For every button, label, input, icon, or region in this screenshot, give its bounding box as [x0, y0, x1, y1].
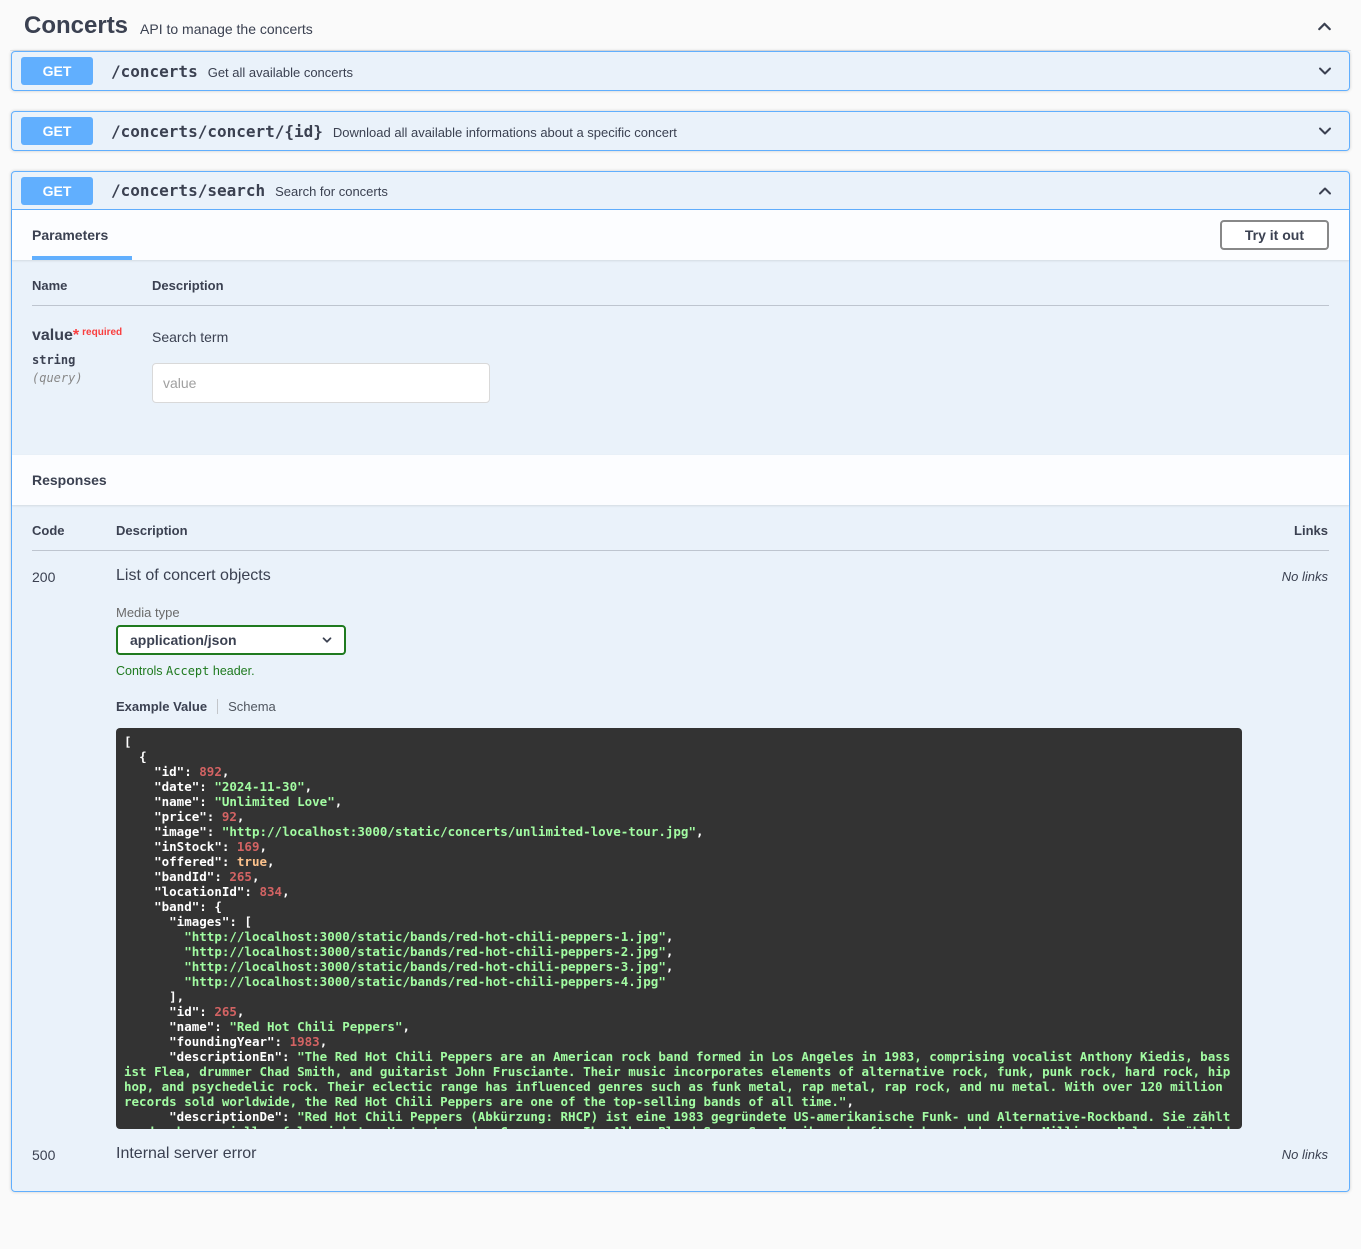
param-name: value*required — [32, 327, 152, 345]
required-asterisk: * — [73, 327, 79, 344]
response-links: No links — [1242, 1145, 1328, 1163]
param-location: (query) — [32, 371, 152, 385]
method-badge-get: GET — [21, 57, 93, 85]
endpoint-path: /concerts/concert/{id} — [111, 122, 323, 141]
responses-table: Code Description Links 200 List of conce… — [12, 505, 1349, 1191]
method-badge-get: GET — [21, 117, 93, 145]
param-type: string — [32, 353, 152, 367]
response-description: Internal server error — [116, 1145, 1242, 1163]
media-type-select[interactable]: application/json — [116, 625, 346, 655]
opblock-get-concert-by-id: GET /concerts/concert/{id} Download all … — [11, 111, 1350, 151]
collapse-tag-chevron-up-icon[interactable] — [1312, 14, 1337, 39]
response-row-200: 200 List of concert objects Media type a… — [32, 567, 1329, 1129]
resp-col-header-links: Links — [1242, 523, 1328, 538]
parameters-section-header: Parameters Try it out — [12, 210, 1349, 260]
model-example-tabs: Example Value Schema — [116, 699, 1242, 714]
endpoint-path: /concerts/search — [111, 181, 265, 200]
endpoint-path: /concerts — [111, 62, 198, 81]
param-value-input[interactable] — [152, 363, 490, 403]
controls-accept-header-hint: Controls Accept header. — [116, 664, 1242, 678]
parameter-row-value: value*required string (query) Search ter… — [32, 327, 1329, 403]
response-links: No links — [1242, 567, 1328, 1129]
endpoint-summary: Get all available concerts — [208, 65, 353, 80]
tab-schema[interactable]: Schema — [228, 699, 276, 714]
opblock-summary-get-concerts[interactable]: GET /concerts Get all available concerts — [12, 52, 1349, 90]
required-label: required — [82, 327, 122, 338]
try-it-out-button[interactable]: Try it out — [1220, 220, 1329, 250]
param-description: Search term — [152, 329, 1329, 345]
opblock-get-concerts-search: GET /concerts/search Search for concerts… — [11, 171, 1350, 1192]
response-code: 500 — [32, 1145, 116, 1163]
method-badge-get: GET — [21, 177, 93, 205]
table-divider — [32, 550, 1329, 551]
expand-chevron-down-icon[interactable] — [1313, 59, 1337, 83]
resp-col-header-description: Description — [116, 523, 1242, 538]
opblock-summary-get-concerts-search[interactable]: GET /concerts/search Search for concerts — [12, 172, 1349, 210]
chevron-down-icon — [320, 633, 334, 647]
tag-subtitle: API to manage the concerts — [140, 21, 313, 37]
tag-section-header[interactable]: Concerts API to manage the concerts — [10, 0, 1351, 51]
collapse-chevron-up-icon[interactable] — [1313, 179, 1337, 203]
opblock-get-concerts: GET /concerts Get all available concerts — [11, 51, 1350, 91]
resp-col-header-code: Code — [32, 523, 116, 538]
parameters-title: Parameters — [32, 227, 108, 243]
parameters-table: Name Description value*required string (… — [12, 260, 1349, 455]
tag-title: Concerts — [24, 12, 128, 40]
table-divider — [32, 305, 1329, 306]
response-code: 200 — [32, 567, 116, 1129]
opblock-body: Parameters Try it out Name Description v… — [12, 210, 1349, 1191]
endpoint-summary: Download all available informations abou… — [333, 125, 677, 140]
response-description: List of concert objects — [116, 567, 1242, 585]
endpoint-summary: Search for concerts — [275, 184, 388, 199]
media-type-label: Media type — [116, 605, 1242, 620]
param-col-header-description: Description — [152, 278, 1329, 293]
param-col-header-name: Name — [32, 278, 152, 293]
media-type-selected-value: application/json — [130, 632, 237, 648]
parameters-active-tab-underline — [32, 256, 132, 260]
tab-example-value[interactable]: Example Value — [116, 699, 207, 714]
response-row-500: 500 Internal server error No links — [32, 1145, 1329, 1163]
responses-title: Responses — [32, 472, 107, 488]
expand-chevron-down-icon[interactable] — [1313, 119, 1337, 143]
example-json[interactable]: [ { "id": 892, "date": "2024-11-30", "na… — [116, 728, 1242, 1129]
tab-separator — [217, 699, 218, 714]
opblock-summary-get-concert-by-id[interactable]: GET /concerts/concert/{id} Download all … — [12, 112, 1349, 150]
responses-section-header: Responses — [12, 455, 1349, 505]
